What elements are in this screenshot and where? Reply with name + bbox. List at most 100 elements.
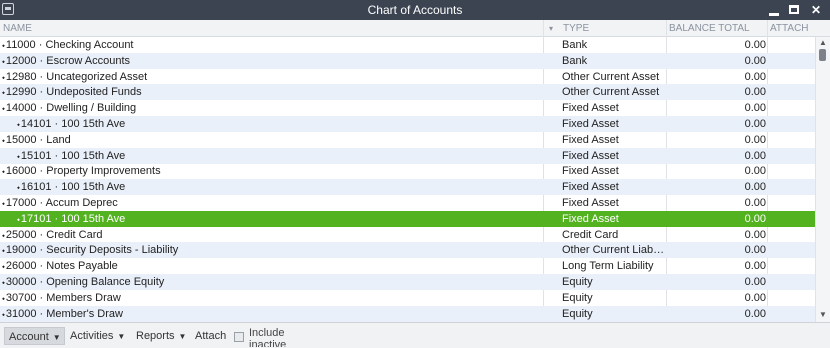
accounts-list: ⬩11000 · Checking Account Bank 0.00 ⬩12000 …: [0, 37, 815, 322]
row-marker-icon[interactable]: ⬩: [2, 73, 5, 82]
account-type: Other Current Liabil...: [562, 244, 666, 257]
scroll-down-icon[interactable]: ▼: [819, 310, 827, 319]
row-marker-icon[interactable]: ⬩: [17, 183, 20, 192]
account-name: ⬩25000 · Credit Card: [2, 229, 103, 241]
column-header: NAME ▾ TYPE BALANCE TOTAL ATTACH: [0, 20, 830, 37]
row-marker-icon[interactable]: ⬩: [2, 246, 5, 255]
account-type: Equity: [562, 291, 593, 304]
account-name: ⬩15000 · Land: [2, 134, 71, 146]
account-balance: 0.00: [744, 228, 766, 241]
minimize-icon[interactable]: [766, 2, 782, 18]
row-marker-icon[interactable]: ⬩: [2, 262, 5, 271]
close-icon[interactable]: ✕: [808, 2, 824, 18]
account-name-text: 30700 · Members Draw: [5, 291, 121, 304]
account-balance: 0.00: [744, 244, 766, 257]
account-name-text: 12980 · Uncategorized Asset: [5, 70, 148, 83]
account-name-text: 16101 · 100 15th Ave: [20, 181, 126, 194]
row-marker-icon[interactable]: ⬩: [2, 310, 5, 319]
row-marker-icon[interactable]: ⬩: [2, 136, 5, 145]
row-marker-icon[interactable]: ⬩: [2, 199, 5, 208]
table-row[interactable]: ⬩16101 · 100 15th Ave Fixed Asset 0.00: [0, 179, 815, 196]
column-header-type[interactable]: TYPE: [563, 23, 589, 34]
account-name: ⬩26000 · Notes Payable: [2, 260, 118, 272]
table-row[interactable]: ⬩14101 · 100 15th Ave Fixed Asset 0.00: [0, 116, 815, 132]
account-name-text: 17000 · Accum Deprec: [5, 197, 118, 209]
account-type: Bank: [562, 54, 588, 67]
row-marker-icon[interactable]: ⬩: [17, 152, 20, 161]
row-marker-icon[interactable]: ⬩: [17, 120, 20, 129]
row-marker-icon[interactable]: ⬩: [2, 231, 5, 240]
table-row[interactable]: ⬩17000 · Accum Deprec Fixed Asset 0.00: [0, 195, 815, 211]
include-inactive-label: Include inactive: [249, 327, 287, 347]
row-marker-icon[interactable]: ⬩: [2, 88, 5, 97]
column-header-balance[interactable]: BALANCE TOTAL: [669, 23, 750, 34]
account-type: Fixed Asset: [562, 165, 619, 178]
table-row[interactable]: ⬩30000 · Opening Balance Equity Equity 0.0…: [0, 274, 815, 290]
account-type: Fixed Asset: [562, 133, 619, 146]
table-row[interactable]: ⬩25000 · Credit Card Credit Card 0.00: [0, 227, 815, 243]
account-type: Bank: [562, 39, 588, 51]
row-marker-icon[interactable]: ⬩: [2, 57, 5, 66]
column-header-name[interactable]: NAME: [3, 23, 32, 34]
vertical-scrollbar[interactable]: ▲ ▼: [815, 37, 830, 322]
table-row[interactable]: ⬩15000 · Land Fixed Asset 0.00: [0, 132, 815, 148]
account-name: ⬩19000 · Security Deposits - Liability: [2, 244, 178, 256]
maximize-icon[interactable]: [787, 2, 803, 18]
account-balance: 0.00: [744, 102, 766, 115]
account-balance: 0.00: [744, 149, 766, 162]
account-name: ⬩17000 · Accum Deprec: [2, 197, 118, 209]
attach-button[interactable]: Attach: [195, 327, 226, 345]
table-row[interactable]: ⬩12980 · Uncategorized Asset Other Curren…: [0, 69, 815, 85]
table-row[interactable]: ⬩31000 · Member's Draw Equity 0.00: [0, 305, 815, 322]
table-row[interactable]: ⬩15101 · 100 15th Ave Fixed Asset 0.00: [0, 147, 815, 164]
include-inactive-checkbox[interactable]: [234, 332, 244, 342]
account-name-text: 19000 · Security Deposits - Liability: [5, 244, 179, 257]
reports-menu-button[interactable]: Reports ▼: [136, 327, 186, 345]
column-header-attach[interactable]: ATTACH: [770, 23, 809, 34]
account-balance: 0.00: [744, 291, 766, 304]
table-row[interactable]: ⬩17101 · 100 15th Ave Fixed Asset 0.00: [0, 210, 815, 227]
account-name-text: 17101 · 100 15th Ave: [20, 212, 126, 225]
row-marker-icon[interactable]: ⬩: [17, 215, 20, 224]
dropdown-arrow-icon: ▼: [117, 332, 126, 341]
account-type: Equity: [562, 307, 593, 320]
account-balance: 0.00: [744, 307, 766, 320]
table-row[interactable]: ⬩19000 · Security Deposits - Liability Ot…: [0, 242, 815, 259]
activities-menu-label: Activities: [70, 330, 114, 342]
table-row[interactable]: ⬩14000 · Dwelling / Building Fixed Asset 0…: [0, 100, 815, 116]
row-marker-icon[interactable]: ⬩: [2, 41, 5, 50]
account-name: ⬩31000 · Member's Draw: [2, 308, 123, 320]
window-titlebar: Chart of Accounts ✕: [0, 0, 830, 20]
table-row[interactable]: ⬩12990 · Undeposited Funds Other Current …: [0, 84, 815, 101]
account-name: ⬩16101 · 100 15th Ave: [17, 181, 125, 193]
row-marker-icon[interactable]: ⬩: [2, 167, 5, 176]
row-marker-icon[interactable]: ⬩: [2, 104, 5, 113]
row-marker-icon[interactable]: ⬩: [2, 278, 5, 287]
account-type: Long Term Liability: [562, 260, 654, 273]
account-name-text: 25000 · Credit Card: [5, 228, 103, 241]
account-name-text: 14000 · Dwelling / Building: [5, 102, 137, 115]
account-balance: 0.00: [744, 133, 766, 146]
window-title: Chart of Accounts: [367, 3, 463, 17]
sort-chevron-icon[interactable]: ▾: [549, 24, 553, 33]
account-balance: 0.00: [744, 212, 766, 225]
table-row[interactable]: ⬩26000 · Notes Payable Long Term Liabilit…: [0, 258, 815, 274]
account-balance: 0.00: [744, 260, 766, 273]
table-row[interactable]: ⬩12000 · Escrow Accounts Bank 0.00: [0, 52, 815, 69]
table-row[interactable]: ⬩16000 · Property Improvements Fixed Asse…: [0, 163, 815, 179]
activities-menu-button[interactable]: Activities ▼: [70, 327, 125, 345]
account-balance: 0.00: [744, 197, 766, 209]
row-marker-icon[interactable]: ⬩: [2, 294, 5, 303]
account-type: Fixed Asset: [562, 212, 619, 225]
account-balance: 0.00: [744, 70, 766, 83]
account-name-text: 15000 · Land: [5, 133, 71, 146]
attach-label: Attach: [195, 330, 227, 342]
scroll-up-icon[interactable]: ▲: [819, 38, 827, 47]
table-row[interactable]: ⬩30700 · Members Draw Equity 0.00: [0, 290, 815, 306]
scroll-thumb[interactable]: [819, 49, 826, 61]
account-balance: 0.00: [744, 86, 766, 99]
table-row[interactable]: ⬩11000 · Checking Account Bank 0.00: [0, 37, 815, 53]
account-balance: 0.00: [744, 118, 766, 130]
account-menu-button[interactable]: Account ▼: [4, 327, 65, 345]
account-name-text: 14101 · 100 15th Ave: [20, 118, 126, 130]
